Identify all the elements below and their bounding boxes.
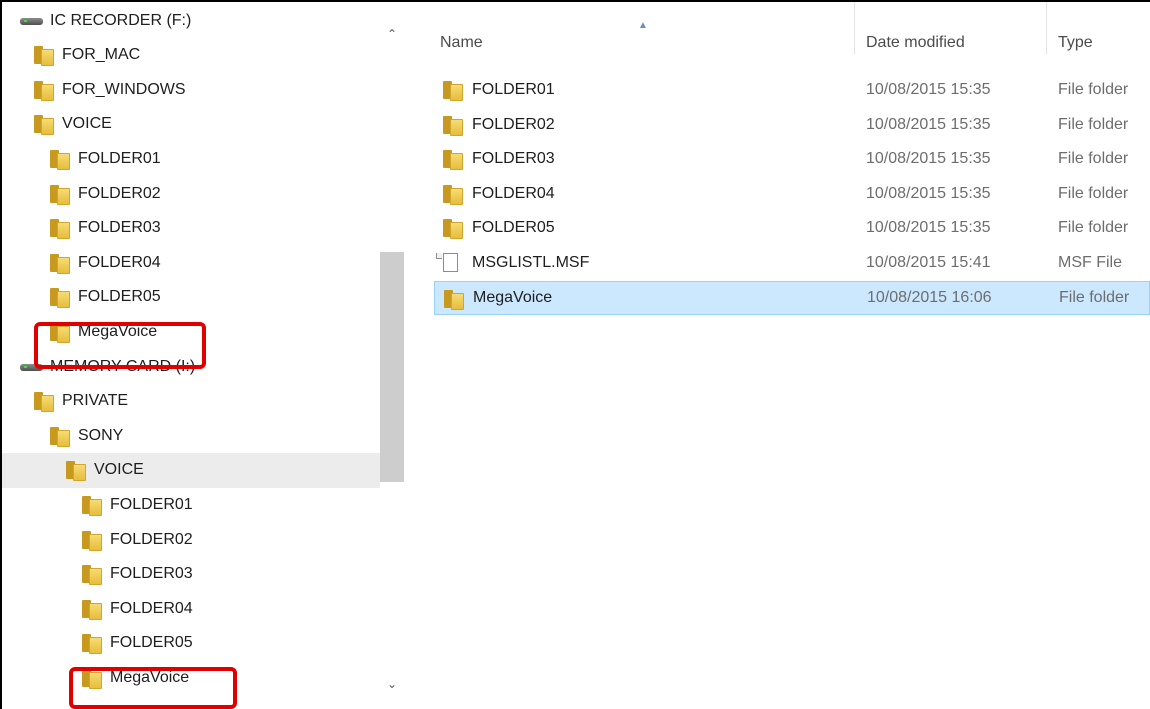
nav-item-folder02[interactable]: FOLDER02: [2, 176, 380, 211]
file-type: File folder: [1058, 150, 1129, 168]
folder-icon: [50, 184, 70, 205]
nav-item-label: FOLDER03: [110, 565, 193, 583]
nav-item-label: VOICE: [94, 461, 144, 479]
file-type: MSF File: [1058, 254, 1122, 271]
column-divider[interactable]: [854, 2, 855, 54]
nav-item-for-mac[interactable]: FOR_MAC: [2, 38, 380, 73]
column-header-type[interactable]: Type: [1058, 34, 1093, 52]
chevron-up-icon[interactable]: ⌃: [386, 28, 398, 40]
highlight-box: [69, 667, 237, 709]
nav-item-for-windows[interactable]: FOR_WINDOWS: [2, 72, 380, 107]
nav-item-label: FOLDER03: [78, 219, 161, 237]
chevron-down-icon[interactable]: ⌄: [386, 678, 398, 690]
file-date-modified: 10/08/2015 15:35: [866, 219, 991, 237]
file-date-modified: 10/08/2015 15:35: [866, 150, 991, 168]
nav-item-label: FOLDER04: [110, 599, 193, 617]
nav-scrollbar[interactable]: ⌃ ⌄: [380, 2, 404, 707]
file-type: File folder: [1058, 81, 1129, 98]
file-date-modified: 10/08/2015 15:41: [866, 254, 991, 271]
nav-item-label: FOLDER05: [110, 634, 193, 652]
folder-icon: [82, 633, 102, 655]
nav-item-label: FOLDER05: [78, 288, 161, 306]
column-header-name[interactable]: Name: [440, 34, 483, 52]
file-name: MSGLISTL.MSF: [472, 254, 590, 271]
file-name: FOLDER05: [472, 219, 555, 237]
folder-icon: [82, 599, 102, 620]
nav-item-label: PRIVATE: [62, 392, 129, 410]
file-name: MegaVoice: [473, 288, 553, 306]
file-row[interactable]: FOLDER02 10/08/2015 15:35 File folder: [434, 108, 1150, 142]
folder-icon: [34, 391, 54, 413]
folder-icon: [50, 149, 70, 170]
highlight-box: [34, 322, 206, 369]
nav-item-label: IC RECORDER (F:): [50, 11, 192, 29]
file-date-modified: 10/08/2015 15:35: [866, 184, 991, 202]
nav-item-label: SONY: [78, 426, 124, 444]
nav-item-label: VOICE: [62, 115, 112, 133]
nav-item-label: FOLDER01: [78, 149, 161, 167]
nav-item-label: FOLDER04: [78, 253, 161, 271]
file-row[interactable]: MegaVoice 10/08/2015 16:06 File folder: [434, 280, 1150, 315]
folder-icon: [50, 287, 70, 309]
folder-icon: [34, 80, 54, 101]
file-name: FOLDER04: [472, 184, 555, 202]
folder-icon: [66, 460, 86, 482]
nav-item-folder05[interactable]: FOLDER05: [2, 280, 380, 315]
nav-item-sony[interactable]: SONY: [2, 418, 380, 453]
file-row[interactable]: FOLDER01 10/08/2015 15:35 File folder: [434, 73, 1150, 107]
drive-icon: [20, 14, 44, 28]
nav-item-label: FOR_WINDOWS: [62, 80, 186, 98]
file-date-modified: 10/08/2015 15:35: [866, 115, 991, 133]
nav-item-voice[interactable]: VOICE: [2, 452, 380, 488]
file-name: FOLDER03: [472, 150, 555, 168]
file-type: File folder: [1058, 184, 1129, 202]
nav-item-folder01[interactable]: FOLDER01: [2, 141, 380, 176]
folder-icon: [82, 564, 102, 586]
file-date-modified: 10/08/2015 15:35: [866, 81, 991, 98]
nav-item-folder02[interactable]: FOLDER02: [2, 522, 380, 557]
folder-icon: [82, 530, 102, 551]
nav-item-label: FOLDER02: [110, 530, 193, 548]
folder-icon: [50, 253, 70, 274]
nav-item-folder03[interactable]: FOLDER03: [2, 557, 380, 592]
file-type: File folder: [1058, 115, 1129, 133]
column-divider[interactable]: [1046, 2, 1047, 54]
nav-item-private[interactable]: PRIVATE: [2, 384, 380, 419]
file-type: File folder: [1058, 219, 1129, 237]
column-header-row: ▲ Name Date modified Type: [406, 2, 1150, 54]
file-name: FOLDER02: [472, 115, 555, 133]
file-row[interactable]: MSGLISTL.MSF 10/08/2015 15:41 MSF File: [434, 246, 1150, 280]
sort-up-icon: ▲: [638, 20, 648, 31]
nav-item-label: FOLDER02: [78, 184, 161, 202]
nav-item-folder04[interactable]: FOLDER04: [2, 591, 380, 626]
file-date-modified: 10/08/2015 16:06: [867, 288, 992, 306]
nav-item-folder01[interactable]: FOLDER01: [2, 487, 380, 522]
nav-item-folder03[interactable]: FOLDER03: [2, 211, 380, 246]
file-list-pane: ▲ Name Date modified Type FOLDER01 10/08/…: [406, 2, 1150, 709]
nav-item-folder04[interactable]: FOLDER04: [2, 245, 380, 280]
nav-item-voice[interactable]: VOICE: [2, 107, 380, 142]
folder-icon: [34, 45, 54, 67]
column-header-date-modified[interactable]: Date modified: [866, 34, 965, 52]
file-row[interactable]: FOLDER03 10/08/2015 15:35 File folder: [434, 142, 1150, 176]
file-type: File folder: [1059, 288, 1130, 306]
file-name: FOLDER01: [472, 81, 555, 98]
nav-item-label: FOR_MAC: [62, 46, 141, 64]
folder-icon: [82, 495, 102, 516]
folder-icon: [50, 218, 70, 240]
nav-item-ic-recorder-f[interactable]: IC RECORDER (F:): [2, 3, 380, 38]
file-row[interactable]: FOLDER05 10/08/2015 15:35 File folder: [434, 211, 1150, 245]
folder-icon: [34, 114, 54, 136]
nav-item-folder05[interactable]: FOLDER05: [2, 626, 380, 661]
nav-item-label: FOLDER01: [110, 495, 193, 513]
scroll-thumb[interactable]: [380, 252, 404, 482]
folder-icon: [50, 426, 70, 447]
file-row[interactable]: FOLDER04 10/08/2015 15:35 File folder: [434, 177, 1150, 211]
